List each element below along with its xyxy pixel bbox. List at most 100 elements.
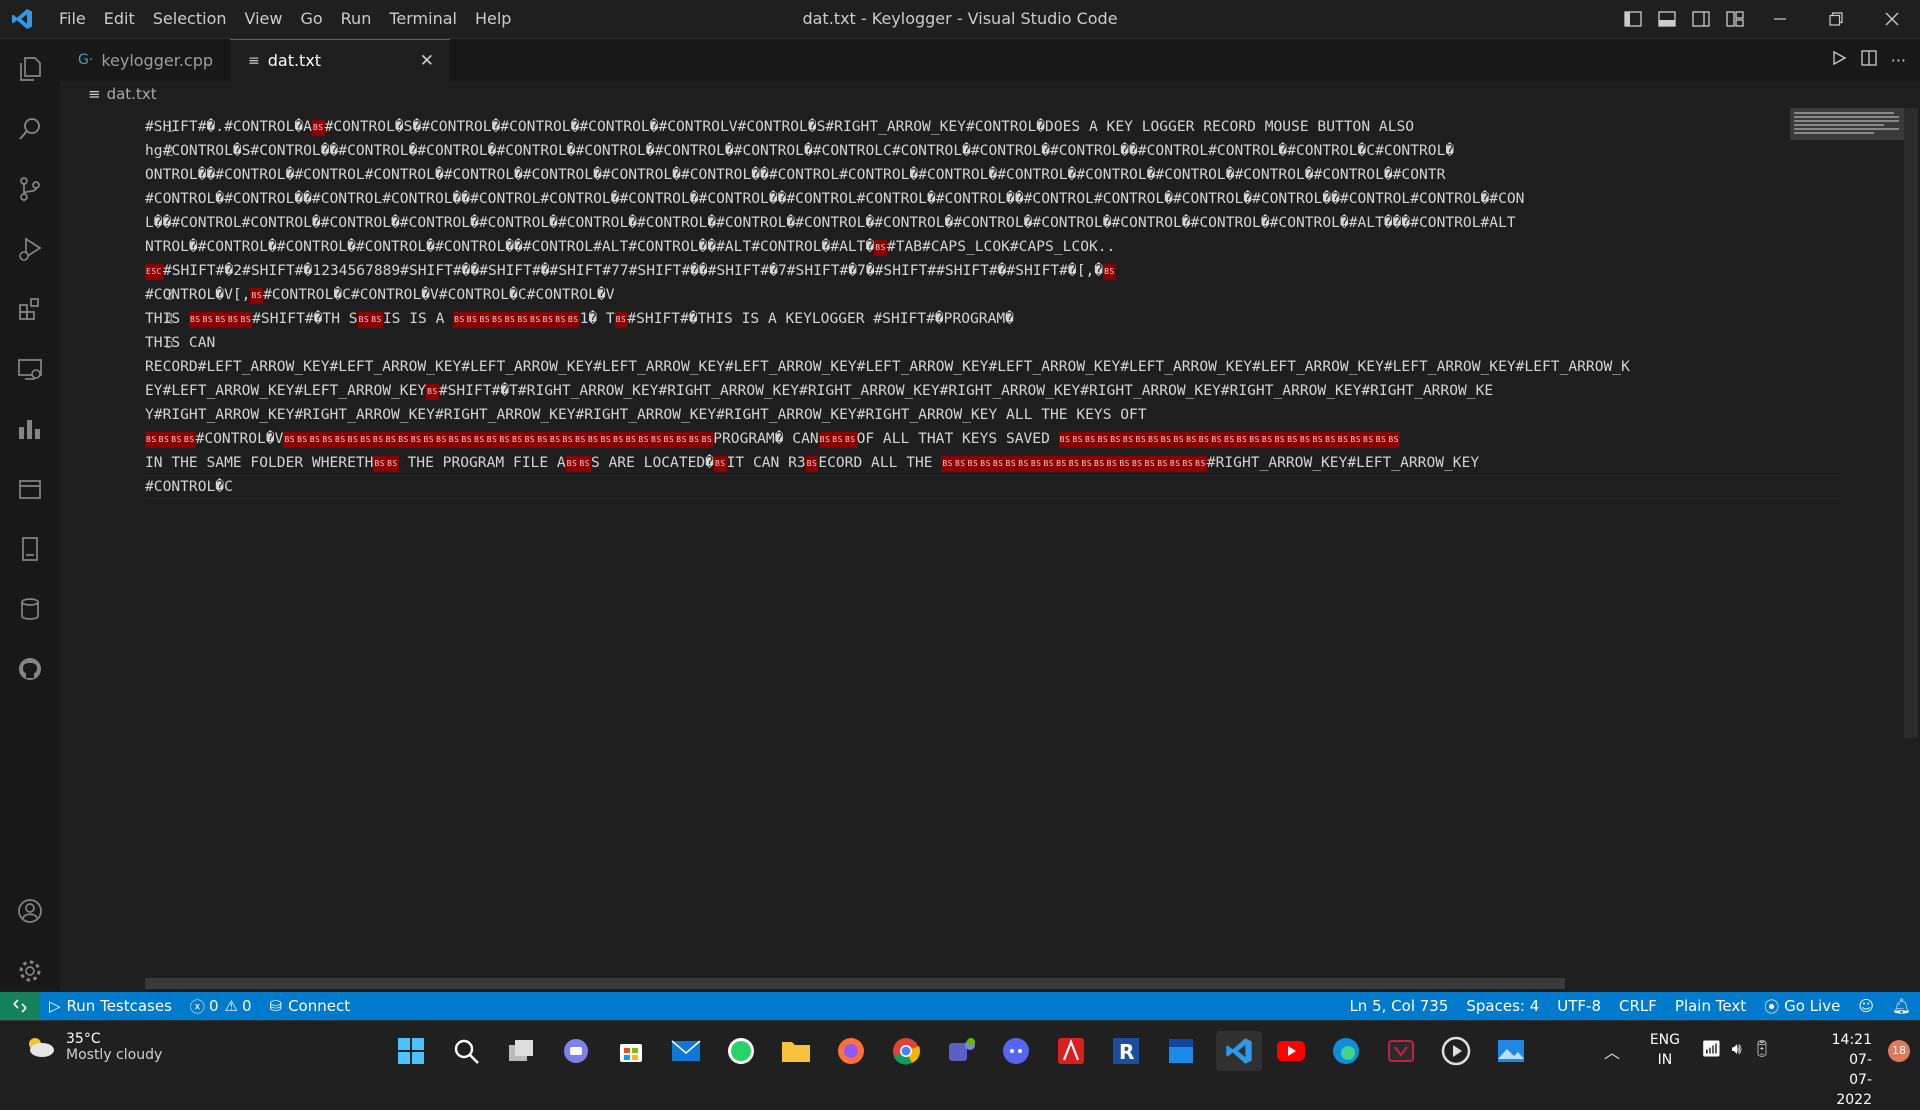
remote-icon[interactable]	[0, 992, 40, 1020]
restore-icon[interactable]	[1808, 0, 1864, 38]
breadcrumb-file[interactable]: dat.txt	[107, 85, 157, 103]
close-window-icon[interactable]	[1864, 0, 1920, 38]
code-editor[interactable]: 1 #SHIFT#�.#CONTROL�ABS#CONTROL�S�#CONTRO…	[60, 107, 1920, 977]
menu-view[interactable]: View	[236, 0, 292, 38]
teams-icon[interactable]	[941, 1031, 981, 1071]
backspace-control-char: BS	[818, 432, 832, 448]
split-editor-icon[interactable]	[1861, 50, 1877, 70]
task-view-icon[interactable]	[501, 1031, 541, 1071]
backspace-control-char: BS	[578, 456, 591, 472]
mail-icon[interactable]	[666, 1031, 706, 1071]
code-text: #CONTROL�C#CONTROL�V#CONTROL�C#CONTROL�V	[263, 286, 615, 303]
backspace-control-char: BS	[566, 312, 580, 328]
notification-badge[interactable]: 18	[1888, 1040, 1910, 1062]
explorer-icon[interactable]	[0, 39, 60, 99]
battery-icon[interactable]: 🔋︎	[1752, 1039, 1772, 1059]
r-icon[interactable]: R	[1106, 1031, 1146, 1071]
firefox-icon[interactable]	[831, 1031, 871, 1071]
code-line: Y#RIGHT_ARROW_KEY#RIGHT_ARROW_KEY#RIGHT_…	[145, 403, 1840, 427]
whatsapp-icon[interactable]	[721, 1031, 761, 1071]
tab-dat-txt[interactable]: ≡ dat.txt ✕	[230, 39, 450, 81]
menu-file[interactable]: File	[50, 0, 95, 38]
store-icon[interactable]	[611, 1031, 651, 1071]
backspace-control-char: BS	[1017, 456, 1030, 472]
toggle-secondary-sidebar-icon[interactable]	[1684, 0, 1718, 38]
menu-run[interactable]: Run	[332, 0, 381, 38]
volume-icon[interactable]: 🔊︎	[1732, 1039, 1742, 1059]
go-live-button[interactable]: ⦿ Go Live	[1755, 992, 1849, 1020]
backspace-control-char: BS	[1286, 432, 1299, 448]
code-text: THIS CAN	[145, 334, 216, 351]
extensions-icon[interactable]	[0, 279, 60, 339]
backspace-control-char: BS	[548, 432, 562, 448]
browser-window-icon[interactable]	[0, 459, 60, 519]
backspace-control-char: BS	[357, 312, 371, 328]
run-testcases-button[interactable]: ▷ Run Testcases	[40, 992, 181, 1020]
media-player-icon[interactable]	[1436, 1031, 1476, 1071]
chart-icon[interactable]	[0, 399, 60, 459]
discord-icon[interactable]	[996, 1031, 1036, 1071]
windows-start-icon[interactable]	[391, 1031, 431, 1071]
menu-go[interactable]: Go	[291, 0, 331, 38]
more-actions-icon[interactable]: ···	[1891, 51, 1906, 70]
tab-keylogger-cpp[interactable]: G· keylogger.cpp	[60, 39, 230, 81]
backspace-control-char: BS	[359, 432, 372, 448]
menu-terminal[interactable]: Terminal	[380, 0, 466, 38]
file-explorer-icon[interactable]	[776, 1031, 816, 1071]
vertical-scrollbar[interactable]	[1904, 108, 1918, 738]
customize-layout-icon[interactable]	[1718, 0, 1752, 38]
youtube-icon[interactable]	[1271, 1031, 1311, 1071]
indentation[interactable]: Spaces: 4	[1457, 992, 1548, 1020]
accounts-icon[interactable]	[0, 881, 60, 941]
notifications-bell-icon[interactable]: 🔔︎	[1883, 992, 1920, 1020]
code-text: IS IS A	[382, 310, 454, 327]
language-indicator[interactable]: ENG IN	[1650, 1030, 1680, 1070]
svg-text:R: R	[1119, 1040, 1134, 1064]
menu-help[interactable]: Help	[466, 0, 520, 38]
minimize-icon[interactable]	[1752, 0, 1808, 38]
problems-button[interactable]: ⓧ 0 ⚠ 0	[181, 992, 261, 1020]
toggle-panel-icon[interactable]	[1650, 0, 1684, 38]
weather-widget[interactable]: 35°C Mostly cloudy	[24, 1031, 162, 1063]
chat-icon[interactable]	[556, 1031, 596, 1071]
toggle-primary-sidebar-icon[interactable]	[1616, 0, 1650, 38]
photos-icon[interactable]	[1491, 1031, 1531, 1071]
clock[interactable]: 14:21 07-07-2022	[1832, 1030, 1872, 1110]
run-debug-icon[interactable]	[0, 219, 60, 279]
chrome-icon[interactable]	[886, 1031, 926, 1071]
search-icon[interactable]	[446, 1031, 486, 1071]
clock-time: 14:21	[1831, 1032, 1872, 1048]
close-tab-icon[interactable]: ✕	[420, 51, 434, 71]
vivaldi-icon[interactable]	[1381, 1031, 1421, 1071]
line-ending[interactable]: CRLF	[1610, 992, 1666, 1020]
source-control-icon[interactable]	[0, 159, 60, 219]
backspace-control-char: BS	[214, 312, 227, 328]
code-line: NTROL�#CONTROL�#CONTROL�#CONTROL�#CONTRO…	[145, 235, 1840, 259]
run-file-icon[interactable]	[1831, 50, 1847, 70]
backspace-control-char: BS	[1093, 456, 1106, 472]
blue-app-icon[interactable]	[1161, 1031, 1201, 1071]
minimap[interactable]	[1790, 108, 1905, 140]
wifi-icon[interactable]: 📶︎	[1701, 1039, 1721, 1059]
cursor-position[interactable]: Ln 5, Col 735	[1340, 992, 1457, 1020]
remote-explorer-icon[interactable]	[0, 339, 60, 399]
feedback-icon[interactable]: ☺	[1849, 992, 1883, 1020]
database-icon[interactable]	[0, 579, 60, 639]
code-text: #SHIFT#�.#CONTROL�A	[145, 118, 312, 135]
acrobat-icon[interactable]	[1051, 1031, 1091, 1071]
github-icon[interactable]	[0, 639, 60, 699]
chevron-up-icon[interactable]: ︿	[1604, 1039, 1620, 1063]
device-icon[interactable]	[0, 519, 60, 579]
horizontal-scrollbar[interactable]	[145, 978, 1565, 989]
menu-selection[interactable]: Selection	[144, 0, 236, 38]
menu-edit[interactable]: Edit	[95, 0, 144, 38]
language-mode[interactable]: Plain Text	[1666, 992, 1755, 1020]
backspace-control-char: BS	[201, 312, 215, 328]
connect-button[interactable]: ⛁ Connect	[260, 992, 359, 1020]
code-text: #CONTROL�#CONTROL��#CONTROL#CONTROL��#CO…	[145, 190, 1525, 207]
edge-icon[interactable]	[1326, 1031, 1366, 1071]
activity-bar	[0, 39, 60, 991]
search-icon[interactable]	[0, 99, 60, 159]
encoding[interactable]: UTF-8	[1548, 992, 1610, 1020]
vscode-icon[interactable]	[1216, 1031, 1262, 1071]
